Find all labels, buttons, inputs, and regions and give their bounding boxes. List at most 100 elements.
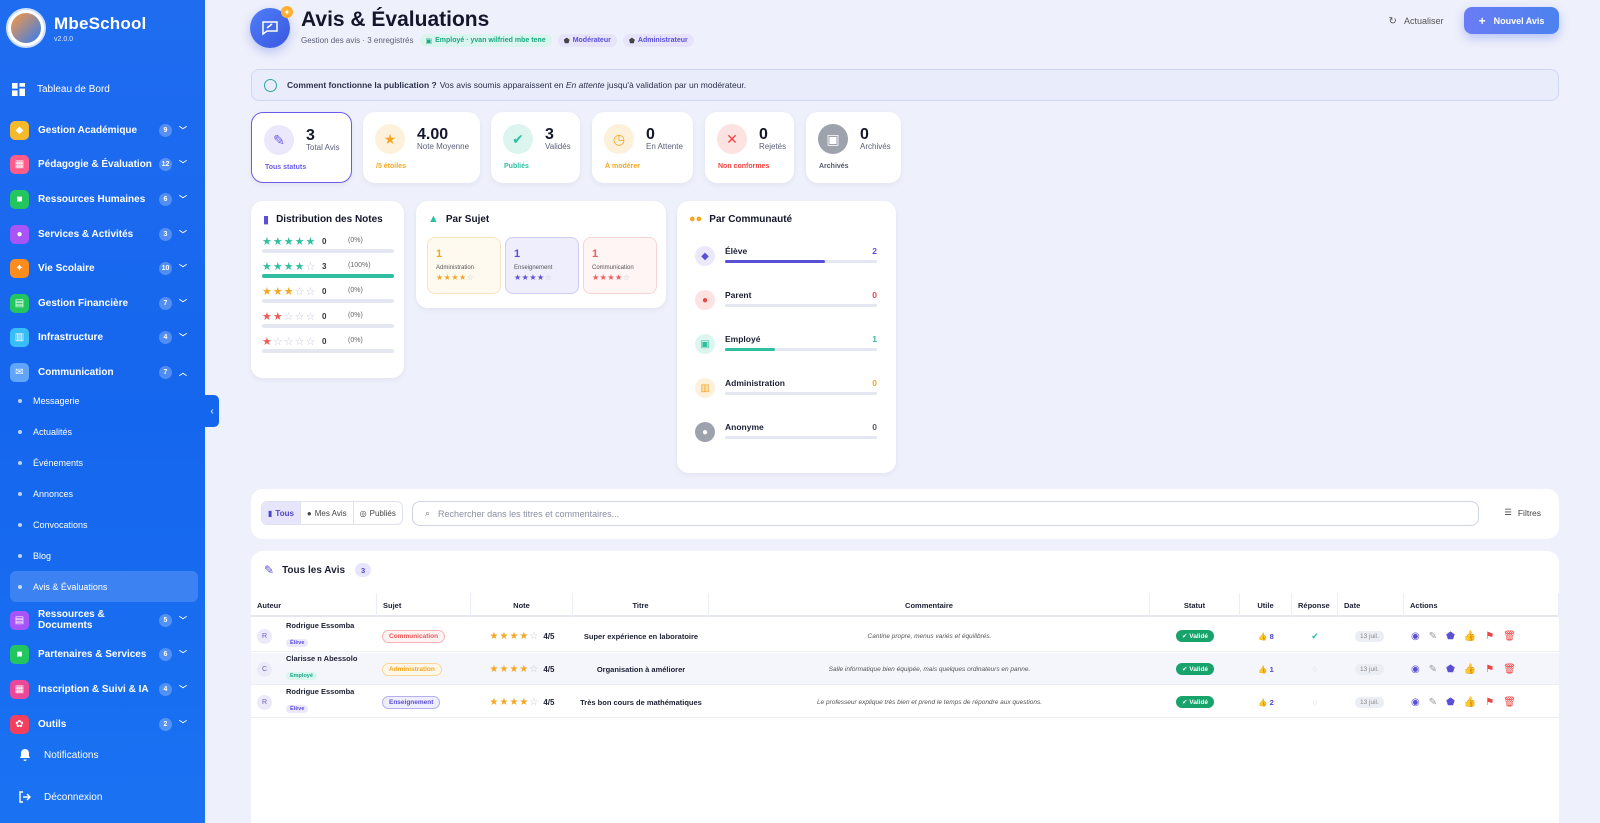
chevron-down-icon: ﹀ (179, 194, 187, 204)
search-input[interactable]: ⌕ Rechercher dans les titres et commenta… (412, 501, 1479, 526)
stat-card-total-avis[interactable]: ✎ 3 Total Avis Tous statuts (251, 112, 352, 183)
column-header-utile[interactable]: Utile (1240, 593, 1292, 617)
useful-cell[interactable]: 👍 2 (1240, 686, 1292, 718)
title-cell: Très bon cours de mathématiques (580, 697, 702, 707)
sidebar-item-label: Vie Scolaire (38, 263, 95, 275)
thumbs-up-icon[interactable]: 👍 (1464, 631, 1476, 642)
stat-card-note-moyenne[interactable]: ★ 4.00 Note Moyenne/5 étoiles (363, 112, 480, 183)
edit-icon[interactable]: ✎ (1429, 664, 1437, 675)
column-header-auteur[interactable]: Auteur (251, 593, 377, 617)
useful-value: 1 (1269, 664, 1274, 674)
sidebar-subitem-avis-evaluations[interactable]: Avis & Évaluations (10, 571, 198, 602)
moderate-shield-icon[interactable]: ⬟ (1446, 664, 1455, 675)
tab-all[interactable]: ▮ Tous (262, 502, 301, 524)
column-header-commentaire[interactable]: Commentaire (709, 593, 1150, 617)
sidebar-item-dashboard[interactable]: Tableau de Bord (12, 83, 110, 96)
moderate-shield-icon[interactable]: ⬟ (1446, 631, 1455, 642)
flag-icon[interactable]: ⚑ (1485, 664, 1494, 675)
column-header-note[interactable]: Note (471, 593, 573, 617)
useful-value: 8 (1269, 631, 1274, 641)
column-header-titre[interactable]: Titre (573, 593, 709, 617)
sidebar-subitem-blog[interactable]: Blog (10, 540, 198, 571)
sidebar-subitem-evenements[interactable]: Événements (10, 447, 198, 478)
sidebar-item-gestion-academique[interactable]: ◆ Gestion Académique 9 ﹀ (10, 113, 188, 148)
sidebar-item-vie-scolaire[interactable]: ✦ Vie Scolaire 10 ﹀ (10, 251, 188, 286)
subject-tile-communication[interactable]: 1 Communication ★★★★☆ (583, 237, 657, 294)
column-header-sujet[interactable]: Sujet (377, 593, 471, 617)
sidebar-subitem-messagerie[interactable]: Messagerie (10, 385, 198, 416)
edit-icon[interactable]: ✎ (1429, 631, 1437, 642)
refresh-button[interactable]: ↻ Actualiser (1382, 10, 1450, 32)
column-header-reponse[interactable]: Réponse (1292, 593, 1338, 617)
brand[interactable]: MbeSchool v2.0.0 (6, 8, 146, 48)
date-badge: 13 juil. (1355, 663, 1384, 675)
view-icon[interactable]: ◉ (1411, 631, 1420, 642)
sidebar-item-ressources-humaines[interactable]: ■ Ressources Humaines 6 ﹀ (10, 182, 188, 217)
stat-card-en-attente[interactable]: ◷ 0 En Attente À modérer (592, 112, 693, 183)
column-header-date[interactable]: Date (1338, 593, 1404, 617)
tab-my-reviews[interactable]: ● Mes Avis (301, 502, 354, 524)
filters-button[interactable]: ☰ Filtres (1504, 507, 1541, 518)
status-cell: ✔ Validé (1150, 620, 1240, 652)
collapse-sidebar-button[interactable]: ‹ (205, 395, 219, 427)
view-icon[interactable]: ◉ (1411, 664, 1420, 675)
sidebar-subitem-annonces[interactable]: Annonces (10, 478, 198, 509)
sidebar-subitem-convocations[interactable]: Convocations (10, 509, 198, 540)
column-header-actions[interactable]: Actions (1404, 593, 1559, 617)
bullet-dot (18, 398, 22, 403)
tab-published[interactable]: ◎ Publiés (354, 502, 402, 524)
sidebar-groups: ◆ Gestion Académique 9 ﹀ ▦ Pédagogie & Évalua… (10, 113, 188, 390)
useful-cell[interactable]: 👍 8 (1240, 620, 1292, 652)
by-subject-card: ▲ Par Sujet 1 Administration ★★★★☆ 1 Enseigne… (416, 201, 666, 308)
sidebar-item-label: Services & Activités (38, 228, 134, 240)
delete-icon[interactable]: 🗑 (1503, 631, 1516, 642)
graduation-cap-icon: ◆ (695, 246, 715, 266)
role-badge: Élève (286, 705, 309, 713)
sidebar-subitem-actualites[interactable]: Actualités (10, 416, 198, 447)
delete-icon[interactable]: 🗑 (1503, 664, 1516, 675)
column-header-statut[interactable]: Statut (1150, 593, 1240, 617)
stat-card-rejetes[interactable]: ✕ 0 Rejetés Non conformes (705, 112, 794, 183)
sidebar-item-services-activites[interactable]: ● Services & Activités 3 ﹀ (10, 217, 188, 252)
star-rating-icon: ★★★★☆ (489, 696, 540, 708)
new-review-button[interactable]: + Nouvel Avis (1464, 7, 1559, 34)
mail-icon: ✉ (10, 362, 29, 382)
publication-info-banner: Comment fonctionne la publication ? Vos … (251, 69, 1559, 101)
sidebar-item-pedagogie-evaluation[interactable]: ▦ Pédagogie & Évaluation 12 ﹀ (10, 148, 188, 183)
stat-card-archives[interactable]: ▣ 0 Archivés Archivés (806, 112, 901, 183)
sidebar-item-ressources-documents[interactable]: ▤ Ressources & Documents 5 ﹀ (10, 603, 188, 638)
subject-label: Administration (436, 265, 475, 271)
stat-card-valides[interactable]: ✔ 3 Validés Publiés (491, 112, 580, 183)
sidebar-item-partenaires-services[interactable]: ■ Partenaires & Services 6 ﹀ (10, 638, 188, 673)
status-badge: ✔ Validé (1175, 696, 1215, 708)
delete-icon[interactable]: 🗑 (1503, 697, 1516, 708)
moderate-shield-icon[interactable]: ⬟ (1446, 697, 1455, 708)
sidebar-item-inscription-suivi-ia[interactable]: ▦ Inscription & Suivi & IA 4 ﹀ (10, 672, 188, 707)
distribution-count: 0 (322, 237, 327, 246)
logout-icon (19, 791, 31, 803)
sidebar-item-infrastructure[interactable]: ▥ Infrastructure 4 ﹀ (10, 321, 188, 356)
sidebar-item-outils[interactable]: ✿ Outils 2 ﹀ (10, 707, 188, 742)
flag-icon[interactable]: ⚑ (1485, 631, 1494, 642)
distribution-percent: (100%) (348, 262, 371, 269)
edit-icon[interactable]: ✎ (1429, 697, 1437, 708)
sidebar-item-gestion-financiere[interactable]: ▤ Gestion Financière 7 ﹀ (10, 286, 188, 321)
useful-cell[interactable]: 👍 1 (1240, 653, 1292, 685)
flag-icon[interactable]: ⚑ (1485, 697, 1494, 708)
logout-button[interactable]: Déconnexion (18, 790, 102, 804)
author-name: Clarisse n Abessolo (286, 654, 358, 663)
sidebar-item-notifications[interactable]: Notifications (18, 748, 98, 762)
table-row[interactable]: R Rodrigue Essomba Élève Enseignement ★★★★☆ 4… (251, 686, 1559, 718)
view-icon[interactable]: ◉ (1411, 697, 1420, 708)
thumbs-up-icon[interactable]: 👍 (1464, 697, 1476, 708)
subtitle-text: Gestion des avis · 3 enregistrés (301, 36, 414, 45)
subject-tile-administration[interactable]: 1 Administration ★★★★☆ (427, 237, 501, 294)
sidebar-item-label: Ressources & Documents (38, 609, 105, 632)
user-icon: ● (306, 508, 312, 518)
subject-tile-enseignement[interactable]: 1 Enseignement ★★★★☆ (505, 237, 579, 294)
table-row[interactable]: R Rodrigue Essomba Élève Communication ★★★★☆… (251, 620, 1559, 652)
thumbs-up-icon[interactable]: 👍 (1464, 664, 1476, 675)
actions-cell: ◉ ✎ ⬟ 👍 ⚑ 🗑 (1411, 653, 1525, 685)
chevron-down-icon: ﹀ (179, 684, 187, 694)
table-row[interactable]: C Clarisse n Abessolo Employé Administratio… (251, 653, 1559, 685)
